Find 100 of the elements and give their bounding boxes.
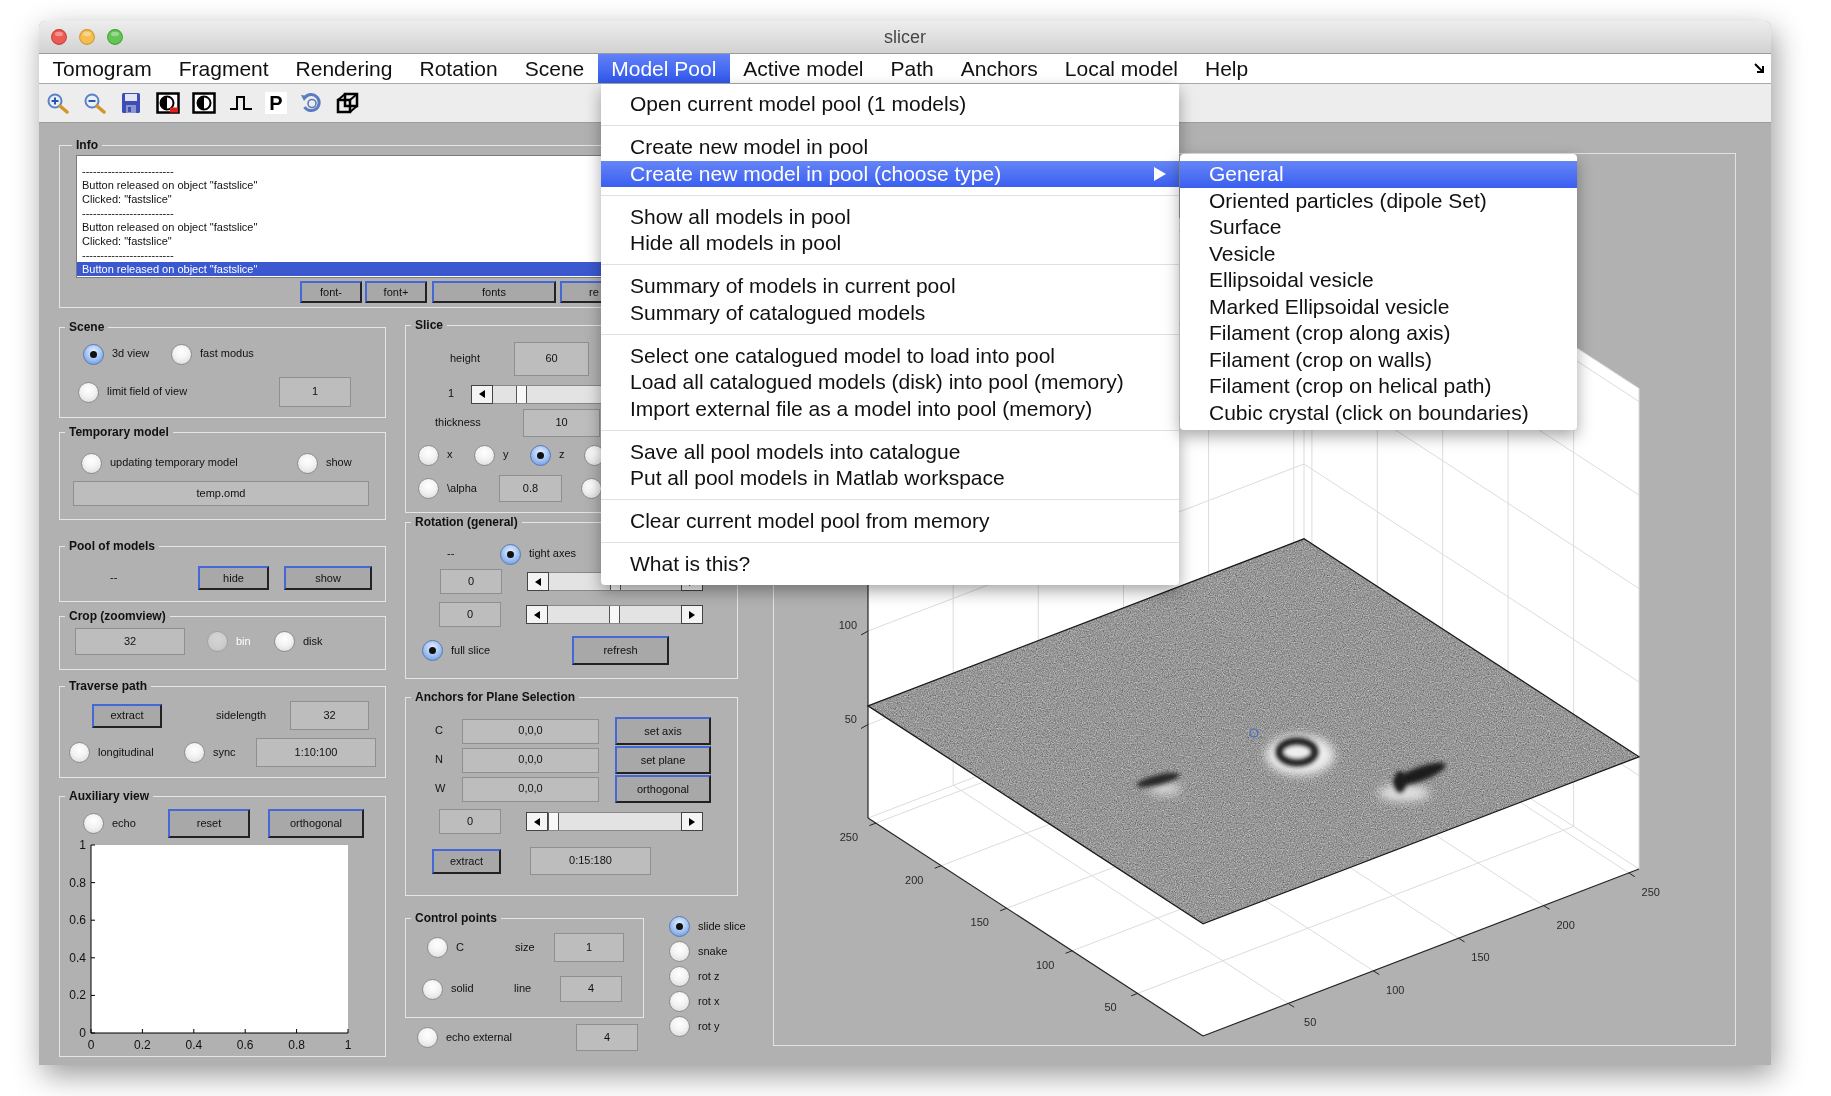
menu-item[interactable]: Summary of models in current pool (601, 273, 1179, 300)
radio-button[interactable] (669, 966, 690, 987)
radio-button[interactable] (83, 343, 104, 365)
submenu-item[interactable]: General (1180, 161, 1577, 188)
submenu-item[interactable]: Vesicle (1180, 240, 1577, 267)
radio-button[interactable] (69, 742, 90, 763)
menu-bar-item[interactable]: Help (1191, 54, 1262, 83)
submenu-item[interactable]: Filament (crop along axis) (1180, 320, 1577, 347)
orthogonal-button[interactable]: orthogonal (615, 775, 711, 803)
text-field[interactable]: 1:10:100 (256, 738, 376, 767)
radio-button[interactable] (581, 478, 602, 499)
slider-thumb[interactable] (548, 813, 559, 830)
slider-thumb[interactable] (609, 606, 620, 623)
menu-bar-item[interactable]: Rotation (406, 54, 512, 83)
cube-icon[interactable] (336, 92, 360, 114)
radio-button[interactable] (417, 1027, 438, 1048)
menu-item[interactable]: Import external file as a model into pool (memory) (601, 395, 1179, 422)
menu-bar-item[interactable]: Rendering (282, 54, 406, 83)
slider-arrow-button[interactable] (681, 812, 703, 831)
menu-item[interactable]: Create new model in pool (601, 134, 1179, 161)
text-field[interactable]: 0.8 (499, 475, 562, 502)
reset-button[interactable]: reset (168, 809, 250, 838)
radio-button[interactable] (500, 543, 521, 565)
text-field[interactable]: 10 (523, 409, 600, 437)
menu-bar-item[interactable]: Anchors (947, 54, 1052, 83)
submenu-item[interactable]: Oriented particles (dipole Set) (1180, 187, 1577, 214)
contrast-icon[interactable] (155, 92, 180, 114)
radio-button[interactable] (669, 1016, 690, 1037)
text-field[interactable]: 32 (290, 701, 369, 730)
fonts-button[interactable]: fonts (432, 281, 556, 303)
menu-bar-item[interactable]: Tomogram (39, 54, 166, 83)
submenu-item[interactable]: Surface (1180, 214, 1577, 241)
slider-arrow-button[interactable] (526, 605, 548, 624)
font-increase-button[interactable]: font+ (365, 281, 427, 303)
radio-button[interactable] (83, 813, 104, 834)
save-icon[interactable] (119, 92, 143, 114)
radio-button[interactable] (171, 343, 192, 365)
info-button[interactable]: re (560, 281, 604, 303)
close-icon[interactable] (51, 29, 67, 45)
minimize-icon[interactable] (79, 29, 95, 45)
menu-bar-item[interactable]: Local model (1051, 54, 1192, 83)
slider-arrow-button[interactable] (526, 812, 548, 831)
radio-button[interactable] (418, 444, 439, 466)
orthogonal-button[interactable]: orthogonal (268, 809, 364, 838)
menu-bar-item[interactable]: Model Pool (597, 54, 730, 83)
menu-item[interactable]: What is this? (601, 551, 1179, 578)
slider-arrow-button[interactable] (527, 572, 549, 591)
text-field[interactable]: temp.omd (73, 481, 369, 506)
zoom-in-icon[interactable] (46, 92, 70, 114)
zoom-out-icon[interactable] (82, 92, 107, 114)
menu-item[interactable]: Put all pool models in Matlab workspace (601, 465, 1179, 492)
text-field[interactable]: 4 (560, 976, 622, 1002)
radio-button[interactable] (474, 444, 495, 466)
contrast-icon[interactable] (192, 92, 216, 114)
radio-button[interactable] (422, 978, 443, 1000)
text-field[interactable]: 0 (440, 569, 502, 594)
menu-item[interactable]: Show all models in pool (601, 203, 1179, 230)
submenu-item[interactable]: Cubic crystal (click on boundaries) (1180, 399, 1577, 426)
text-field[interactable]: 1 (279, 377, 351, 407)
menu-item[interactable]: Hide all models in pool (601, 230, 1179, 257)
corner-arrow-icon[interactable] (1754, 63, 1765, 74)
slider-thumb[interactable] (516, 385, 528, 403)
menu-bar-item[interactable]: Fragment (165, 54, 283, 83)
text-field[interactable]: 0,0,0 (462, 718, 599, 744)
radio-button[interactable] (274, 631, 295, 652)
text-field[interactable]: 0,0,0 (462, 776, 599, 802)
radio-button[interactable] (427, 937, 448, 958)
radio-button[interactable] (669, 916, 690, 937)
menu-bar-item[interactable]: Path (877, 54, 948, 83)
radio-button[interactable] (530, 444, 551, 466)
menu-item[interactable]: Summary of catalogued models (601, 299, 1179, 326)
menu-bar-item[interactable]: Active model (729, 54, 878, 83)
text-field[interactable]: 60 (514, 342, 589, 376)
text-field[interactable]: 0:15:180 (530, 847, 651, 875)
radio-button[interactable] (81, 452, 102, 474)
text-field[interactable]: 32 (75, 628, 185, 655)
menu-item[interactable]: Clear current model pool from memory (601, 508, 1179, 535)
hide-button[interactable]: hide (198, 566, 269, 590)
menu-item[interactable]: Create new model in pool (choose type) (601, 160, 1179, 187)
submenu-item[interactable]: Marked Ellipsoidal vesicle (1180, 293, 1577, 320)
slider-arrow-button[interactable] (681, 605, 703, 624)
menu-item[interactable]: Open current model pool (1 models) (601, 91, 1179, 118)
extract-button[interactable]: extract (92, 703, 162, 728)
menu-bar-item[interactable]: Scene (511, 54, 598, 83)
radio-button[interactable] (422, 640, 443, 661)
radio-button[interactable] (418, 478, 439, 499)
submenu-item[interactable]: Filament (crop on helical path) (1180, 373, 1577, 400)
menu-item[interactable]: Save all pool models into catalogue (601, 438, 1179, 465)
menu-item[interactable]: Load all catalogued models (disk) into pool (memory) (601, 369, 1179, 396)
text-field[interactable]: 0,0,0 (462, 747, 599, 773)
toolbar-button[interactable]: P (265, 92, 287, 114)
radio-button[interactable] (184, 742, 205, 763)
radio-button[interactable] (297, 452, 318, 474)
text-field[interactable]: 4 (576, 1024, 638, 1051)
radio-button[interactable] (669, 991, 690, 1012)
set-axis-button[interactable]: set axis (615, 717, 711, 745)
menu-item[interactable]: Select one catalogued model to load into pool (601, 342, 1179, 369)
radio-button[interactable] (78, 381, 99, 403)
circular-arrow-icon[interactable] (299, 92, 324, 114)
set-plane-button[interactable]: set plane (615, 746, 711, 774)
